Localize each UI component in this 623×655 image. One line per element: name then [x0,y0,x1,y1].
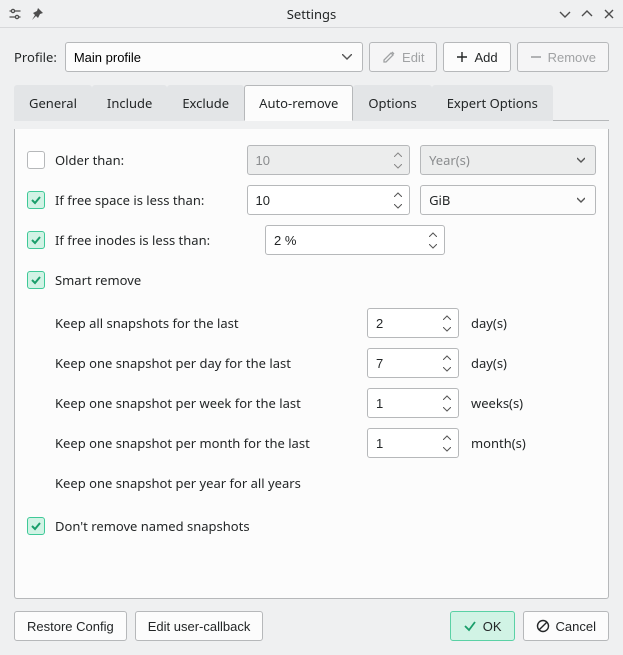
profile-label: Profile: [14,48,59,66]
tab-include[interactable]: Include [92,85,167,121]
free-space-unit[interactable]: GiB [420,185,596,215]
free-inodes-label: If free inodes is less than: [55,231,255,249]
edit-profile-label: Edit [402,50,424,65]
smart-remove-group: Keep all snapshots for the last day(s) K… [27,303,596,503]
close-icon[interactable] [603,8,615,20]
spin-down-icon[interactable] [391,201,405,211]
cancel-button[interactable]: Cancel [523,611,609,641]
edit-profile-button[interactable]: Edit [369,42,437,72]
free-space-checkbox[interactable] [27,191,45,209]
spin-down-icon[interactable] [426,241,440,251]
tab-auto-remove[interactable]: Auto-remove [244,85,353,121]
smart-remove-checkbox[interactable] [27,271,45,289]
pin-icon[interactable] [30,7,44,21]
per-week-label: Keep one snapshot per week for the last [55,394,355,412]
spin-up-icon[interactable] [391,189,405,199]
free-inodes-checkbox[interactable] [27,231,45,249]
free-space-value[interactable] [247,185,411,215]
older-than-unit[interactable]: Year(s) [420,145,596,175]
profile-select[interactable]: Main profile [65,42,363,72]
add-profile-button[interactable]: Add [443,42,510,72]
older-than-label: Older than: [55,151,237,169]
older-than-checkbox[interactable] [27,151,45,169]
dont-remove-named-label: Don't remove named snapshots [55,517,250,535]
tab-expert-options[interactable]: Expert Options [432,85,553,121]
settings-icon[interactable] [8,7,22,21]
older-than-value[interactable] [247,145,411,175]
free-inodes-value[interactable] [265,225,445,255]
per-day-value[interactable] [367,348,459,378]
smart-remove-label: Smart remove [55,271,141,289]
maximize-icon[interactable] [581,8,593,20]
keep-all-unit: day(s) [471,314,507,332]
per-year-label: Keep one snapshot per year for all years [55,474,301,492]
dont-remove-named-checkbox[interactable] [27,517,45,535]
tab-general[interactable]: General [14,85,92,121]
remove-profile-button[interactable]: Remove [517,42,609,72]
spin-up-icon[interactable] [426,229,440,239]
keep-all-label: Keep all snapshots for the last [55,314,355,332]
per-day-label: Keep one snapshot per day for the last [55,354,355,372]
tab-exclude[interactable]: Exclude [167,85,244,121]
auto-remove-pane: Older than: Year(s) If free space is les… [14,129,609,599]
free-space-label: If free space is less than: [55,191,237,209]
profile-row: Profile: Main profile Edit Add Remove [14,42,609,72]
tabbar: General Include Exclude Auto-remove Opti… [14,84,609,121]
tab-options[interactable]: Options [353,85,431,121]
add-profile-label: Add [474,50,497,65]
dialog-footer: Restore Config Edit user-callback OK Can… [14,607,609,641]
edit-user-callback-button[interactable]: Edit user-callback [135,611,264,641]
per-week-value[interactable] [367,388,459,418]
remove-profile-label: Remove [548,50,596,65]
per-day-unit: day(s) [471,354,507,372]
window-title: Settings [78,5,545,23]
minimize-icon[interactable] [559,8,571,20]
per-month-unit: month(s) [471,434,526,452]
restore-config-button[interactable]: Restore Config [14,611,127,641]
per-month-value[interactable] [367,428,459,458]
per-week-unit: weeks(s) [471,394,523,412]
ok-button[interactable]: OK [450,611,515,641]
titlebar: Settings [0,0,623,28]
per-month-label: Keep one snapshot per month for the last [55,434,355,452]
keep-all-value[interactable] [367,308,459,338]
